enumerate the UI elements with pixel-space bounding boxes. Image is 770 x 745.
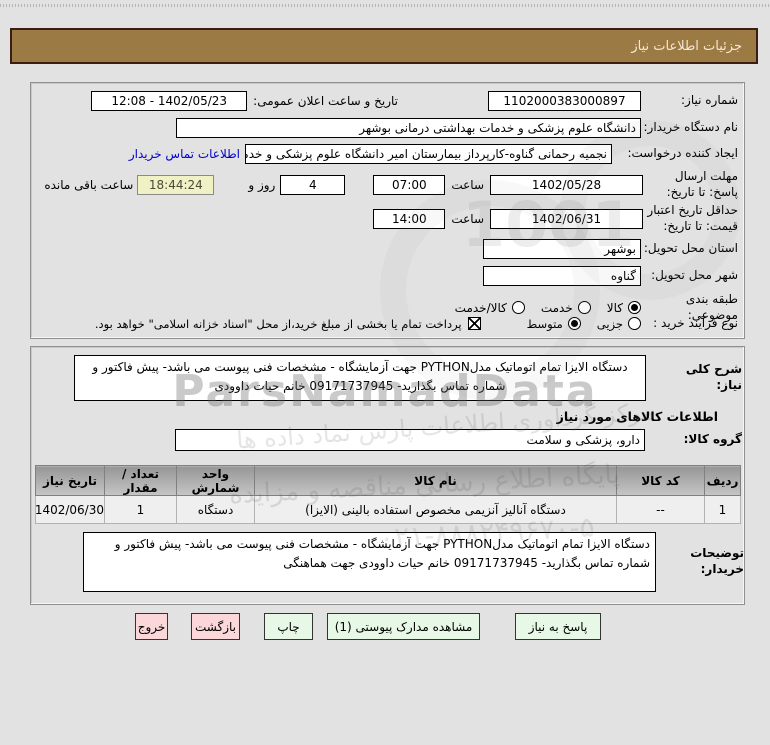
col-goods-code: کد کالا [616,465,705,496]
buyer-notes-label: توضیحات خریدار: [690,546,744,576]
process-option-medium: متوسط [527,317,581,331]
response-deadline-label: مهلت ارسال پاسخ: تا تاریخ: [666,169,738,199]
buyer-name-label: نام دستگاه خریدار: [643,120,739,135]
cell-goods-code: -- [616,495,705,524]
delivery-city-label: شهر محل تحویل: [651,268,738,283]
purchase-process-row: نوع فرآیند خرید : جزیی متوسط پرداخت تمام… [35,316,738,332]
need-info-panel: شماره نیاز: 1102000383000897 تاریخ و ساع… [30,82,745,339]
buyer-notes-row: توضیحات خریدار: دستگاه الایزا تمام اتوما… [35,532,744,592]
cell-row-number: 1 [704,495,741,524]
goods-section-title-row: اطلاعات کالاهای مورد نیاز [35,409,718,424]
announce-datetime-label: تاریخ و ساعت اعلان عمومی: [253,94,398,108]
partial-radio-label: جزیی [596,316,623,331]
medium-radio[interactable] [567,317,581,331]
exit-button[interactable]: خروج [135,613,168,640]
classification-option-goods: کالا [607,301,641,315]
deadline-date-field[interactable]: 1402/05/28 [490,174,643,195]
goods-table-row: 1 -- دستگاه آنالیز آنزیمی مخصوص استفاده … [35,495,741,524]
goods-table-header-row: ردیف کد کالا نام کالا واحد شمارش تعداد /… [35,465,741,496]
col-need-date: تاریخ نیاز [35,465,105,496]
request-creator-row: ایجاد کننده درخواست: نجمیه رحمانی گناوه-… [35,144,738,164]
col-row-number: ردیف [704,465,741,496]
cell-goods-name: دستگاه آنالیز آنزیمی مخصوص استفاده بالین… [254,495,617,524]
view-attachments-button[interactable]: مشاهده مدارک پیوستی (1) [327,613,480,640]
delivery-city-field[interactable]: گناوه [483,266,641,286]
buyer-name-field[interactable]: دانشگاه علوم پزشکی و خدمات بهداشتی درمان… [176,118,641,138]
back-button[interactable]: بازگشت [191,613,240,640]
goods-service-radio-label: کالا/خدمت [454,300,507,315]
goods-radio-label: کالا [606,300,623,315]
goods-radio[interactable] [628,301,641,315]
print-button[interactable]: چاپ [264,613,313,640]
need-description-row: شرح کلی نیاز: دستگاه الایزا تمام اتوماتی… [35,355,742,401]
need-number-field[interactable]: 1102000383000897 [488,91,641,111]
delivery-city-row: شهر محل تحویل: گناوه [35,266,738,286]
classification-option-goods-service: کالا/خدمت [455,301,525,315]
delivery-province-field[interactable]: بوشهر [483,239,641,259]
col-goods-name: نام کالا [254,465,617,496]
need-description-box[interactable]: دستگاه الایزا تمام اتوماتیک مدلPYTHON جه… [74,355,646,401]
col-count-unit: واحد شمارش [176,465,255,496]
process-option-partial: جزیی [597,317,641,331]
service-radio-label: خدمت [540,300,573,315]
purchase-process-label: نوع فرآیند خرید : [653,316,738,330]
respond-to-need-button[interactable]: پاسخ به نیاز [515,613,601,640]
countdown-timer: 18:44:24 [137,174,215,195]
validity-time-field[interactable]: 14:00 [373,208,446,229]
days-and-label: روز و [248,177,276,192]
page-title-bar: جزئیات اطلاعات نیاز [10,28,758,64]
col-quantity: تعداد / مقدار [104,465,177,496]
announce-datetime-field[interactable]: 1402/05/23 - 12:08 [91,91,248,111]
goods-service-radio[interactable] [511,301,525,315]
response-deadline-row: مهلت ارسال پاسخ: تا تاریخ: 1402/05/28 سا… [35,169,738,200]
deadline-time-field[interactable]: 07:00 [373,174,446,195]
treasury-checkbox-label: پرداخت تمام یا بخشی از مبلغ خرید،از محل … [94,316,462,331]
cell-count-unit: دستگاه [176,495,255,524]
need-number-label: شماره نیاز: [681,93,738,108]
price-validity-row: حداقل تاریخ اعتبار قیمت: تا تاریخ: 1402/… [35,203,738,234]
delivery-province-row: استان محل تحویل: بوشهر [35,239,738,259]
delivery-province-label: استان محل تحویل: [643,241,738,256]
buyer-name-row: نام دستگاه خریدار: دانشگاه علوم پزشکی و … [35,118,738,138]
classification-option-service: خدمت [541,301,591,315]
hours-remaining-label: ساعت باقی مانده [44,177,134,192]
need-description-label: شرح کلی نیاز: [685,362,742,392]
cell-quantity: 1 [104,495,177,524]
request-creator-label: ایجاد کننده درخواست: [627,146,738,161]
partial-radio[interactable] [628,317,641,331]
buyer-notes-box[interactable]: دستگاه الایزا تمام اتوماتیک مدلPYTHON جه… [83,532,656,592]
need-number-row: شماره نیاز: 1102000383000897 تاریخ و ساع… [35,91,738,111]
validity-hour-label: ساعت [451,211,484,226]
goods-table: ردیف کد کالا نام کالا واحد شمارش تعداد /… [35,465,741,524]
goods-section-title: اطلاعات کالاهای مورد نیاز [556,409,718,424]
page-title: جزئیات اطلاعات نیاز [631,38,742,54]
goods-info-panel: شرح کلی نیاز: دستگاه الایزا تمام اتوماتی… [30,346,745,605]
validity-date-field[interactable]: 1402/06/31 [490,208,643,229]
top-dotted-divider [0,4,770,7]
request-creator-field[interactable]: نجمیه رحمانی گناوه-کارپرداز بیمارستان ام… [245,144,612,164]
service-radio[interactable] [577,301,591,315]
cell-need-date: 1402/06/30 [35,495,105,524]
goods-group-label: گروه کالا: [683,432,742,447]
remaining-days-field[interactable]: 4 [280,174,346,195]
medium-radio-label: متوسط [526,316,563,331]
goods-group-row: گروه کالا: دارو، پزشکی و سلامت [35,429,742,451]
deadline-hour-label: ساعت [451,177,484,192]
need-details-page: { "header": { "title": "جزئیات اطلاعات ن… [0,0,770,745]
price-validity-label: حداقل تاریخ اعتبار قیمت: تا تاریخ: [647,203,738,233]
goods-group-field[interactable]: دارو، پزشکی و سلامت [175,429,645,451]
treasury-checkbox[interactable] [467,317,481,331]
buyer-contact-link[interactable]: اطلاعات تماس خریدار [129,147,240,161]
